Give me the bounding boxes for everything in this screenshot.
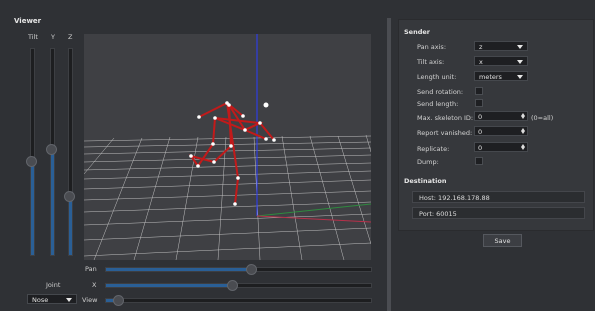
length-unit-select[interactable]: meters [474, 71, 528, 81]
pan-axis-select[interactable]: z [474, 41, 528, 51]
length-unit-value: meters [479, 73, 502, 81]
viewer-title: Viewer [14, 17, 42, 25]
max-skeleton-value: 0 [478, 113, 483, 121]
dump-label: Dump: [417, 158, 439, 166]
replicate-value: 0 [478, 144, 483, 152]
joint-select[interactable]: Nose [27, 294, 77, 304]
joint-select-value: Nose [32, 296, 49, 304]
max-skeleton-hint: (0=all) [531, 114, 554, 122]
x-slider[interactable] [105, 283, 372, 288]
tilt-axis-label: Tilt axis: [417, 58, 445, 66]
pan-axis-label: Pan axis: [417, 43, 447, 51]
joint-label: Joint [46, 281, 61, 289]
host-field[interactable]: Host: 192.168.178.88 [412, 191, 585, 203]
z-slider-fill [69, 197, 72, 255]
tilt-axis-value: x [479, 58, 483, 66]
skeleton-bones [188, 101, 275, 205]
chevron-down-icon [517, 45, 523, 49]
view-label: View [82, 296, 98, 304]
pan-label: Pan [85, 265, 97, 273]
port-field[interactable]: Port: 60015 [412, 207, 585, 219]
max-skeleton-label: Max. skeleton ID: [417, 114, 474, 122]
report-vanished-label: Report vanished: [417, 129, 473, 137]
pan-slider-fill [106, 268, 252, 271]
view-slider[interactable] [105, 298, 372, 303]
z-slider[interactable] [68, 48, 73, 256]
dump-checkbox[interactable] [475, 157, 483, 165]
pan-slider[interactable] [105, 267, 372, 272]
report-vanished-value: 0 [478, 128, 483, 136]
panel-splitter[interactable] [387, 18, 391, 311]
y-label: Y [51, 33, 55, 41]
pan-slider-handle[interactable] [245, 264, 257, 275]
destination-title: Destination [404, 177, 447, 185]
spin-down-icon[interactable] [521, 147, 525, 150]
x-label: X [92, 281, 97, 289]
tilt-slider[interactable] [30, 48, 35, 256]
replicate-spinbox[interactable]: 0 [474, 142, 528, 152]
save-button[interactable]: Save [483, 234, 522, 247]
send-rotation-checkbox[interactable] [475, 87, 483, 95]
y-slider-fill [51, 149, 54, 255]
y-slider-handle[interactable] [46, 143, 57, 155]
send-length-label: Send length: [417, 100, 459, 108]
3d-viewport[interactable] [84, 34, 371, 260]
max-skeleton-spinbox[interactable]: 0 [474, 111, 528, 121]
x-axis-line [256, 215, 371, 223]
tilt-label: Tilt [28, 33, 38, 41]
tilt-axis-select[interactable]: x [474, 56, 528, 66]
tilt-slider-fill [31, 162, 34, 255]
x-slider-fill [106, 284, 234, 287]
z-label: Z [68, 33, 73, 41]
send-rotation-label: Send rotation: [417, 88, 464, 96]
y-axis-line [256, 203, 371, 217]
sender-title: Sender [404, 28, 430, 36]
chevron-down-icon [517, 75, 523, 79]
report-vanished-spinbox[interactable]: 0 [474, 126, 528, 136]
chevron-down-icon [517, 60, 523, 64]
pan-axis-value: z [479, 43, 483, 51]
replicate-label: Replicate: [417, 145, 450, 153]
send-length-checkbox[interactable] [475, 99, 483, 107]
spin-down-icon[interactable] [521, 131, 525, 134]
skeleton-joints [189, 101, 276, 206]
floor-grid [84, 134, 371, 260]
length-unit-label: Length unit: [417, 73, 457, 81]
chevron-down-icon [66, 298, 72, 302]
skeleton-scene [84, 34, 371, 260]
spin-down-icon[interactable] [521, 116, 525, 119]
